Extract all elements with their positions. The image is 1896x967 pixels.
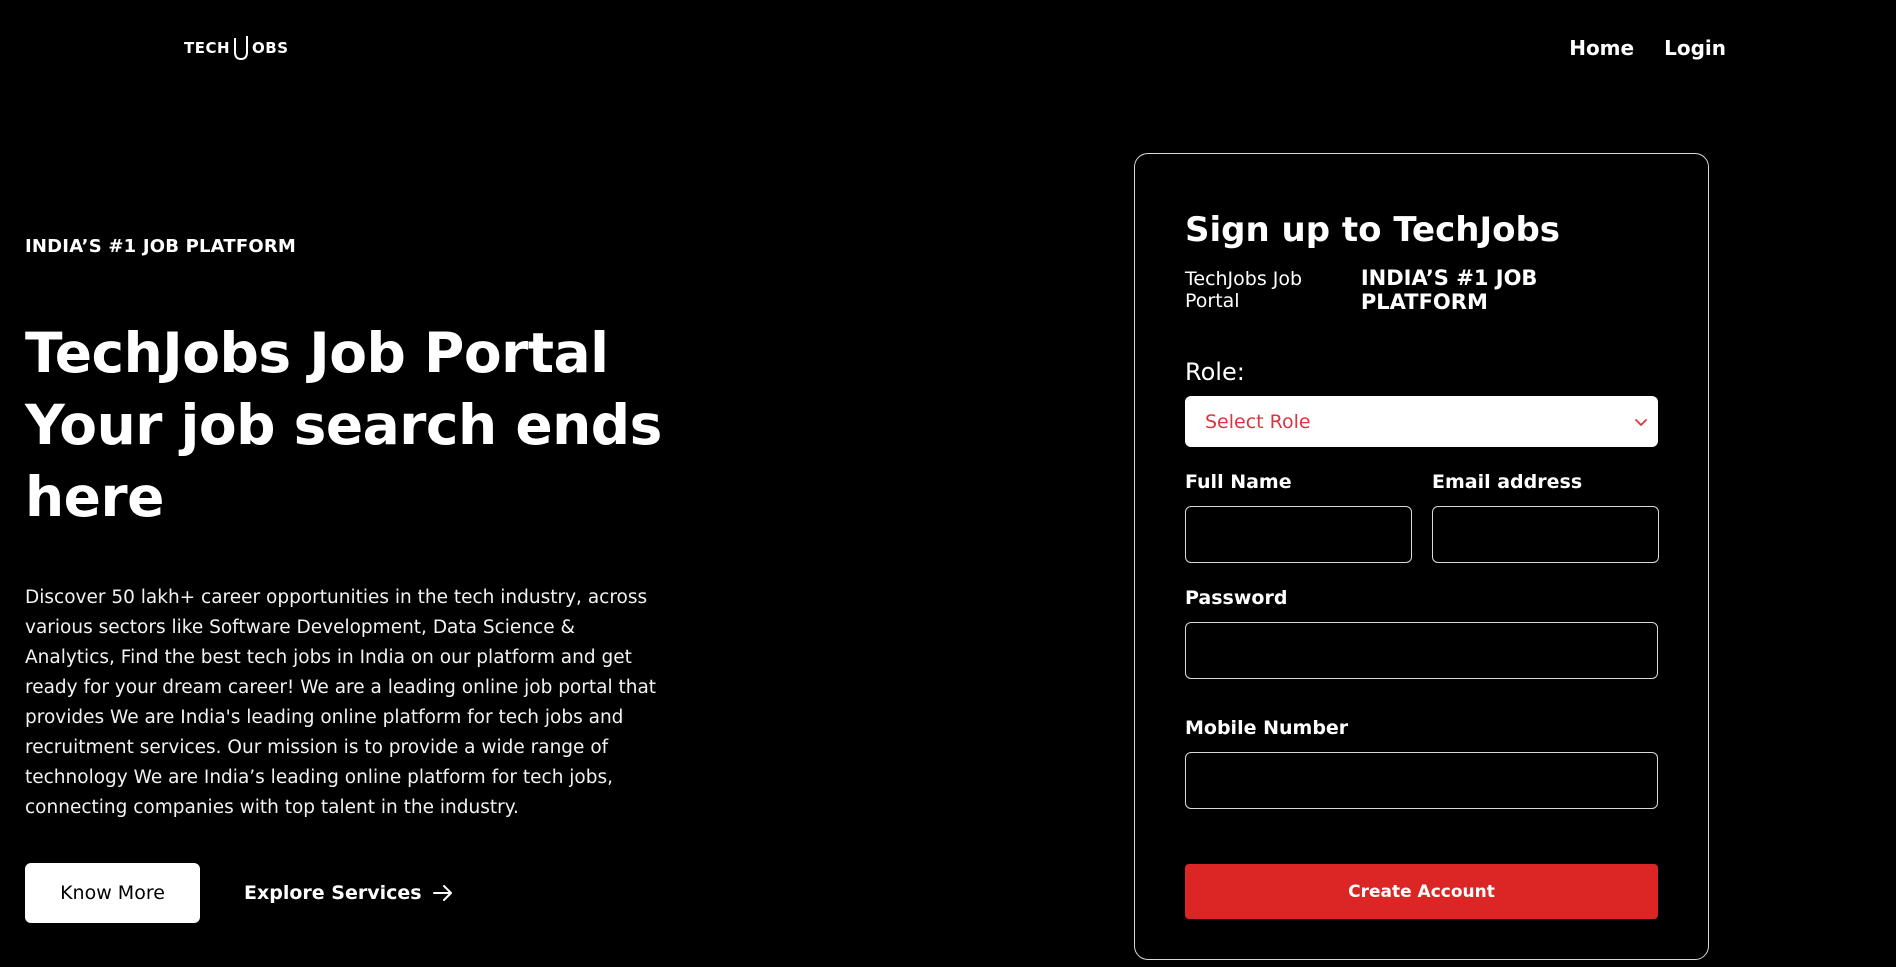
hero-actions: Know More Explore Services: [25, 863, 675, 923]
signup-subtitle: TechJobs Job Portal INDIA’S #1 JOB PLATF…: [1185, 266, 1658, 314]
nav-login-link[interactable]: Login: [1664, 36, 1726, 60]
signup-subtitle-platform: INDIA’S #1 JOB PLATFORM: [1360, 266, 1538, 314]
explore-services-label: Explore Services: [244, 882, 422, 904]
explore-services-button[interactable]: Explore Services: [244, 882, 454, 904]
logo-text-obs: OBS: [252, 39, 289, 57]
full-name-label: Full Name: [1185, 471, 1292, 493]
email-input[interactable]: [1432, 506, 1659, 563]
signup-title: Sign up to TechJobs: [1185, 210, 1561, 250]
top-navbar: TECH OBS Home Login: [0, 0, 1896, 100]
email-label: Email address: [1432, 471, 1583, 493]
techjobs-logo[interactable]: TECH OBS: [184, 34, 289, 62]
full-name-field-group: Full Name: [1185, 471, 1412, 563]
hero-description: Discover 50 lakh+ career opportunities i…: [25, 587, 657, 818]
nav-home-link[interactable]: Home: [1569, 36, 1634, 60]
chevron-down-icon: [1635, 418, 1647, 426]
role-select[interactable]: Select Role: [1185, 396, 1658, 447]
mobile-label: Mobile Number: [1185, 717, 1349, 739]
nav-links: Home Login: [1569, 36, 1726, 60]
name-email-row: Full Name Email address: [1185, 471, 1659, 563]
headline-line-3: here: [25, 465, 164, 529]
mobile-field-group: Mobile Number: [1185, 717, 1658, 809]
hero-section: INDIA’S #1 JOB PLATFORM TechJobs Job Por…: [25, 236, 675, 923]
role-label: Role:: [1185, 358, 1245, 386]
know-more-button[interactable]: Know More: [25, 863, 200, 923]
role-select-value: Select Role: [1205, 410, 1311, 433]
email-field-group: Email address: [1432, 471, 1659, 563]
password-label: Password: [1185, 587, 1288, 609]
hero-eyebrow: INDIA’S #1 JOB PLATFORM: [25, 236, 297, 257]
password-field-group: Password: [1185, 587, 1658, 679]
headline-line-2: Your job search ends: [25, 393, 662, 457]
logo-j-mark-icon: [234, 36, 249, 61]
signup-card: Sign up to TechJobs TechJobs Job Portal …: [1134, 153, 1709, 960]
password-input[interactable]: [1185, 622, 1658, 679]
mobile-row: Mobile Number: [1185, 717, 1658, 809]
logo-text-tech: TECH: [184, 39, 231, 57]
full-name-input[interactable]: [1185, 506, 1412, 563]
headline-line-1: TechJobs Job Portal: [25, 321, 609, 385]
mobile-input[interactable]: [1185, 752, 1658, 809]
password-row: Password: [1185, 587, 1658, 679]
hero-headline: TechJobs Job Portal Your job search ends…: [25, 317, 675, 533]
create-account-button[interactable]: Create Account: [1185, 864, 1658, 919]
arrow-right-icon: [432, 885, 452, 901]
signup-subtitle-portal: TechJobs Job Portal: [1185, 268, 1303, 312]
